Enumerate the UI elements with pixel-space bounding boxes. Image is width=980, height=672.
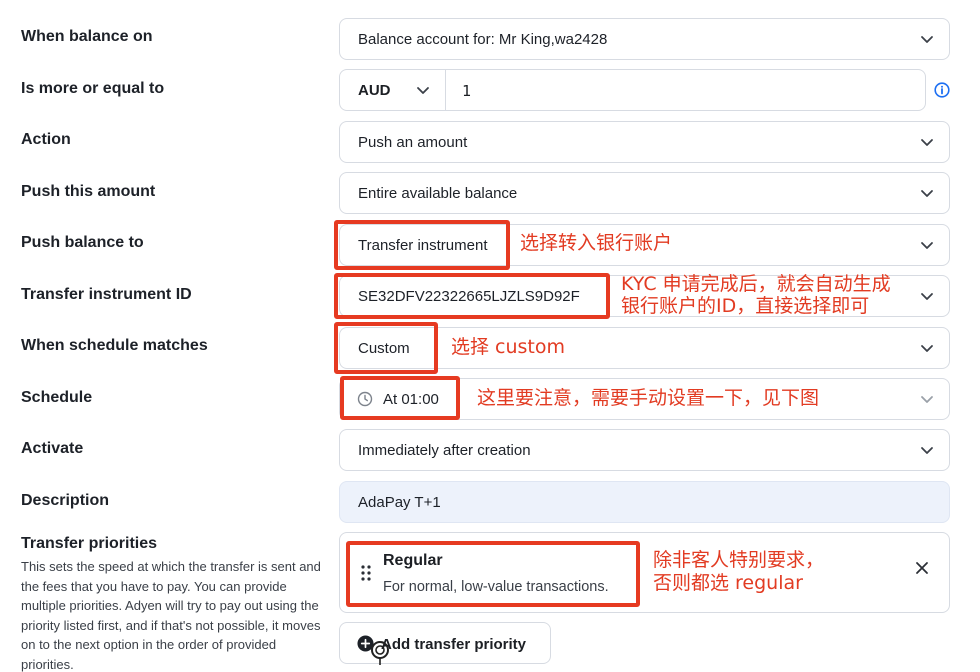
annotation-note: 选择 custom xyxy=(451,336,566,358)
push-amount-select[interactable]: Entire available balance xyxy=(339,172,950,214)
cursor-icon xyxy=(370,641,392,665)
annotation-note: 选择转入银行账户 xyxy=(520,232,673,254)
chevron-down-icon xyxy=(919,31,935,47)
annotation-note: KYC 申请完成后，就会自动生成 xyxy=(621,273,891,295)
add-transfer-priority-button[interactable]: Add transfer priority xyxy=(339,622,551,665)
when-balance-on-label: When balance on xyxy=(21,28,153,45)
activate-select[interactable]: Immediately after creation xyxy=(339,429,950,471)
annotation-note: 银行账户的ID，直接选择即可 xyxy=(621,295,870,317)
annotation-box xyxy=(346,541,640,607)
chevron-down-icon xyxy=(415,82,431,98)
schedule-matches-label: When schedule matches xyxy=(21,337,208,354)
instrument-id-label: Transfer instrument ID xyxy=(21,286,192,303)
annotation-note: 除非客人特别要求， xyxy=(653,549,825,571)
activate-value: Immediately after creation xyxy=(358,442,531,459)
schedule-label: Schedule xyxy=(21,389,93,406)
currency-select[interactable]: AUD xyxy=(340,70,446,110)
description-value: AdaPay T+1 xyxy=(358,494,441,511)
description-label: Description xyxy=(21,492,110,509)
action-label: Action xyxy=(21,131,71,148)
push-amount-value: Entire available balance xyxy=(358,185,518,202)
chevron-down-icon xyxy=(919,237,935,253)
transfer-priorities-label: Transfer priorities xyxy=(21,535,158,552)
transfer-priorities-description: This sets the speed at which the transfe… xyxy=(21,559,321,672)
action-value: Push an amount xyxy=(358,134,468,151)
chevron-down-icon xyxy=(919,134,935,150)
chevron-down-icon xyxy=(919,340,935,356)
annotation-note: 否则都选 regular xyxy=(653,572,803,594)
description-field[interactable]: AdaPay T+1 xyxy=(339,481,950,523)
balance-account-value: Balance account for: Mr King,wa2428 xyxy=(358,31,608,48)
chevron-down-icon xyxy=(919,391,935,407)
amount-threshold-group: AUD 1 xyxy=(339,69,926,111)
annotation-note: 这里要注意，需要手动设置一下，见下图 xyxy=(477,387,820,409)
chevron-down-icon xyxy=(919,442,935,458)
balance-account-select[interactable]: Balance account for: Mr King,wa2428 xyxy=(339,18,950,60)
chevron-down-icon xyxy=(919,185,935,201)
annotation-box xyxy=(334,273,610,319)
action-select[interactable]: Push an amount xyxy=(339,121,950,163)
annotation-box xyxy=(334,322,438,374)
push-amount-label: Push this amount xyxy=(21,183,156,200)
amount-input[interactable]: 1 xyxy=(462,82,471,100)
push-balance-to-label: Push balance to xyxy=(21,234,144,251)
annotation-box xyxy=(340,376,460,420)
currency-value: AUD xyxy=(358,82,391,99)
info-icon[interactable] xyxy=(934,82,950,98)
more-or-equal-label: Is more or equal to xyxy=(21,80,165,97)
chevron-down-icon xyxy=(919,288,935,304)
annotation-box xyxy=(334,220,510,270)
activate-label: Activate xyxy=(21,440,84,457)
close-icon[interactable] xyxy=(915,561,929,575)
add-transfer-priority-label: Add transfer priority xyxy=(381,636,527,653)
